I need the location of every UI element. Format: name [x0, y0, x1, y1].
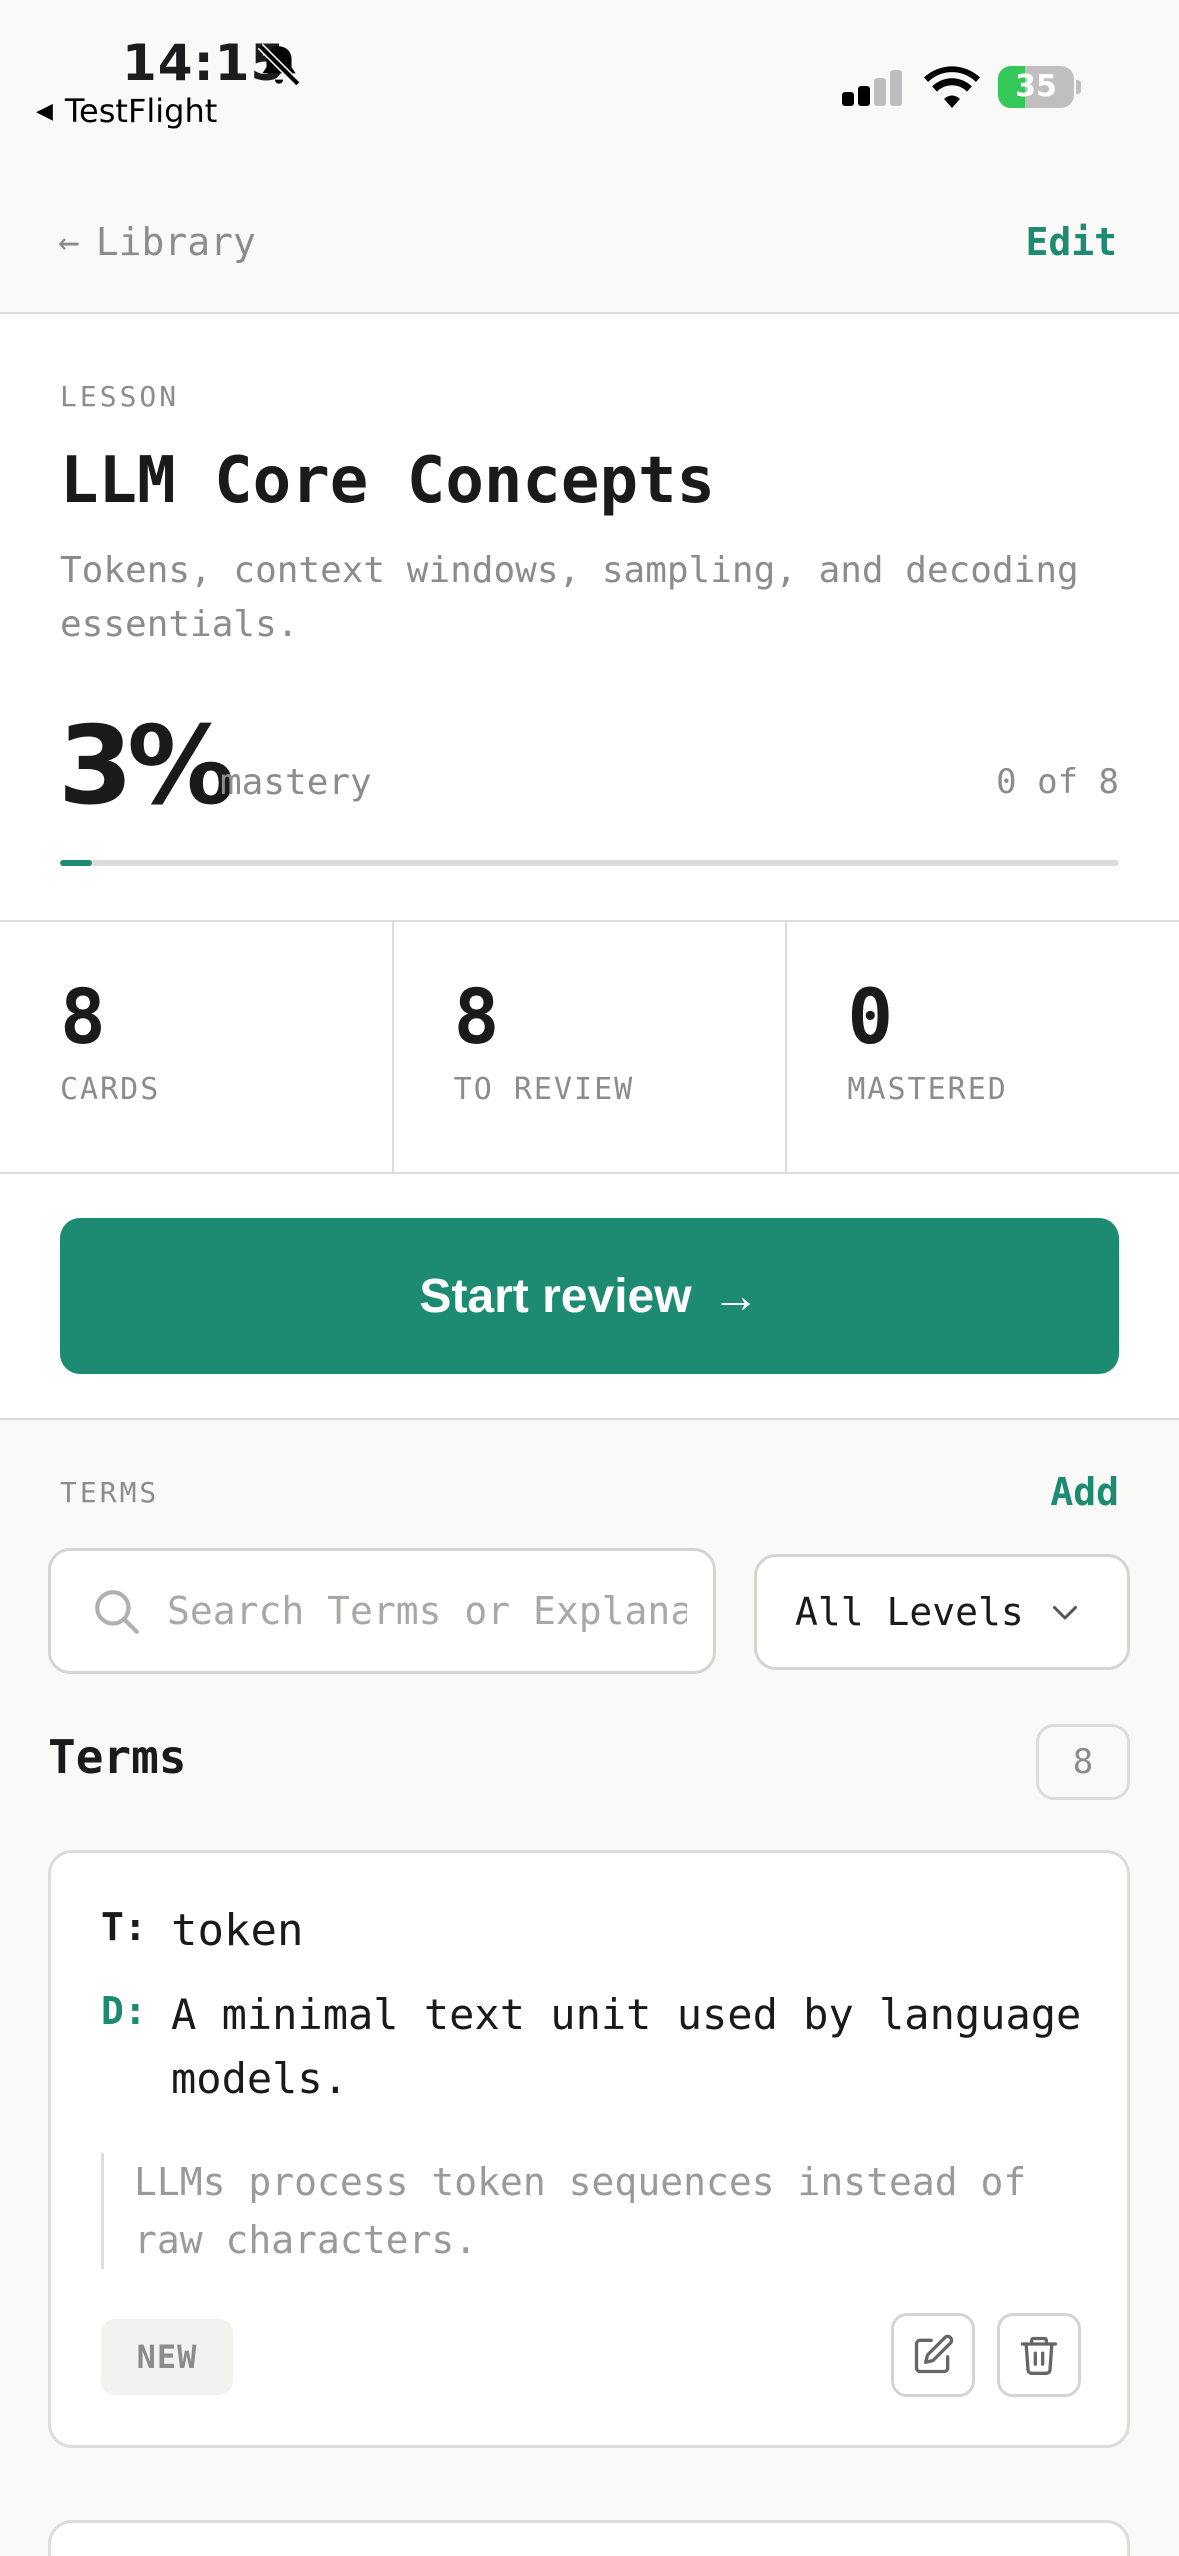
stats-row: 8 CARDS 8 TO REVIEW 0 MASTERED [0, 922, 1179, 1174]
stat-value: 0 [847, 972, 894, 1061]
definition-text: A minimal text unit used by language mod… [171, 1990, 1082, 2103]
back-app-label: TestFlight [64, 92, 218, 130]
back-label: Library [95, 220, 256, 264]
cta-section: Start review → [0, 1174, 1179, 1420]
mastery-label: mastery [220, 762, 372, 803]
stat-value: 8 [60, 972, 106, 1061]
terms-count-badge: 8 [1036, 1724, 1130, 1800]
term-card-next[interactable] [48, 2520, 1130, 2556]
mastery-percent: 3% [58, 704, 235, 829]
lesson-header: LESSON LLM Core Concepts Tokens, context… [0, 316, 1179, 922]
search-field [48, 1548, 716, 1674]
arrow-left-icon: ← [58, 221, 80, 263]
level-filter-value: All Levels [795, 1590, 1024, 1634]
search-input[interactable] [167, 1589, 687, 1633]
terms-list-title: Terms [48, 1730, 187, 1784]
stat-label: CARDS [60, 1072, 161, 1107]
lesson-title: LLM Core Concepts [60, 444, 716, 518]
start-review-label: Start review [419, 1269, 692, 1323]
wifi-icon [924, 66, 980, 108]
bell-slash-icon [257, 43, 301, 87]
term-row: T: token [101, 1905, 303, 1956]
back-to-app-link[interactable]: ◀ TestFlight [36, 92, 217, 130]
cellular-signal-icon [842, 70, 902, 106]
mastery-progress-bar [60, 860, 1119, 866]
term-example: LLMs process token sequences instead of … [101, 2153, 1081, 2269]
chevron-down-icon [1053, 1606, 1077, 1620]
term-text: token [171, 1905, 304, 1956]
back-to-library-button[interactable]: ← Library [58, 220, 256, 264]
battery-indicator: 35 [998, 66, 1082, 108]
stat-value: 8 [453, 972, 500, 1061]
definition-row: D: A minimal text unit used by language … [101, 1983, 1111, 2111]
edit-button[interactable]: Edit [1025, 220, 1117, 264]
stat-label: MASTERED [847, 1072, 1008, 1107]
trash-icon [1020, 2336, 1058, 2375]
edit-term-button[interactable] [891, 2313, 975, 2397]
search-icon [95, 1590, 139, 1634]
start-review-button[interactable]: Start review → [60, 1218, 1119, 1374]
lesson-detail-screen: 14:15 ◀ TestFlight 35 ← Library Edit LES… [0, 0, 1179, 2556]
term-key: T: [101, 1905, 147, 1949]
lesson-description: Tokens, context windows, sampling, and d… [60, 550, 1079, 645]
mastery-progress-fill [60, 860, 92, 866]
definition-key: D: [101, 1989, 147, 2033]
back-triangle-icon: ◀ [36, 98, 53, 124]
delete-term-button[interactable] [997, 2313, 1081, 2397]
nav-bar: ← Library Edit [0, 180, 1179, 314]
edit-icon [914, 2334, 954, 2374]
stat-label: TO REVIEW [453, 1072, 635, 1107]
stat-to-review: 8 TO REVIEW [394, 922, 788, 1172]
add-term-button[interactable]: Add [1050, 1470, 1119, 1514]
lesson-eyebrow: LESSON [60, 380, 180, 413]
battery-percentage: 35 [1015, 69, 1057, 104]
arrow-right-icon: → [711, 1269, 760, 1323]
stat-mastered: 0 MASTERED [787, 922, 1179, 1172]
term-card[interactable]: T: token D: A minimal text unit used by … [48, 1850, 1130, 2448]
status-bar: 14:15 ◀ TestFlight 35 [0, 0, 1179, 140]
stat-cards: 8 CARDS [0, 922, 394, 1172]
terms-section-heading: TERMS [60, 1476, 160, 1509]
progress-count: 0 of 8 [996, 762, 1119, 802]
level-filter-dropdown[interactable]: All Levels [754, 1554, 1130, 1670]
status-badge: NEW [101, 2319, 233, 2395]
